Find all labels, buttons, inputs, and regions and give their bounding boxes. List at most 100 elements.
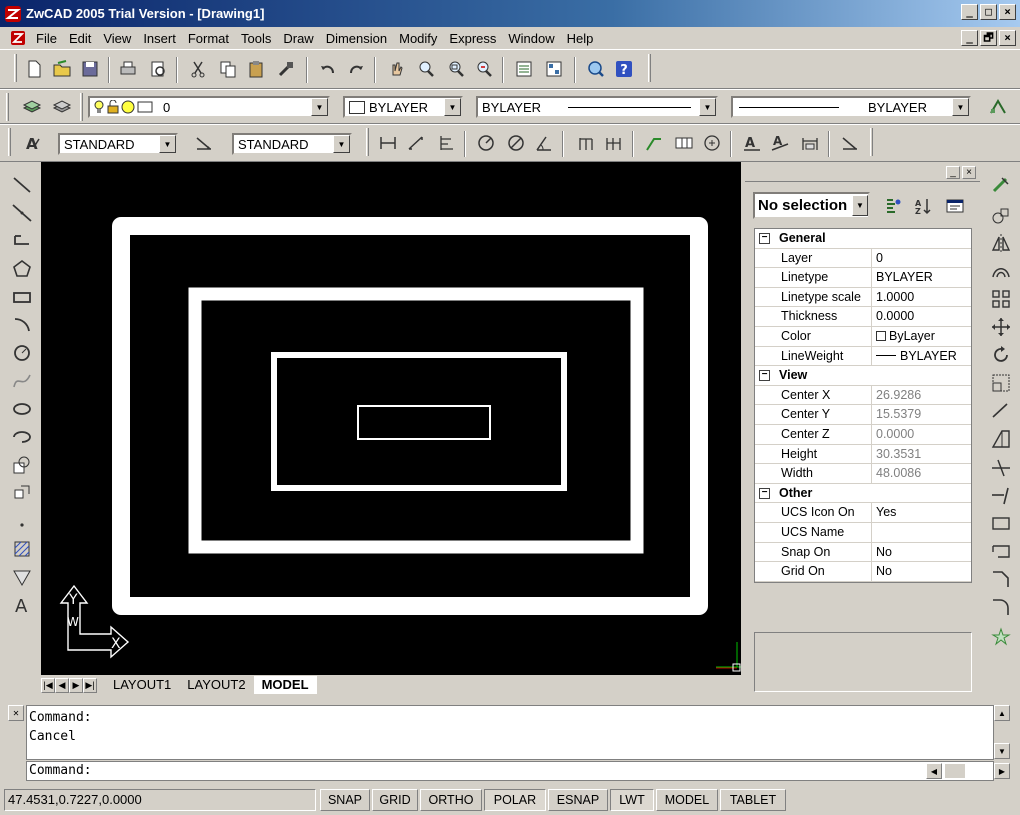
lengthen-icon[interactable] — [987, 426, 1015, 452]
chevron-down-icon[interactable]: ▼ — [852, 195, 868, 216]
ellipse-icon[interactable] — [8, 396, 36, 422]
properties-icon[interactable] — [512, 57, 536, 81]
esnap-toggle[interactable]: ESNAP — [548, 789, 608, 811]
doc-close-button[interactable]: × — [999, 30, 1016, 46]
tablet-toggle[interactable]: TABLET — [720, 789, 786, 811]
erase-icon[interactable] — [987, 172, 1015, 198]
explode-icon[interactable] — [987, 624, 1015, 650]
chevron-down-icon[interactable]: ▼ — [699, 98, 716, 116]
tab-layout2[interactable]: LAYOUT2 — [179, 676, 253, 694]
category-general[interactable]: − General — [755, 229, 971, 249]
doc-minimize-button[interactable]: _ — [961, 30, 978, 46]
property-row[interactable]: Width 48.0086 — [755, 464, 971, 484]
next-tab-icon[interactable]: ▶ — [69, 677, 83, 693]
undo-icon[interactable] — [316, 57, 340, 81]
polygon-icon[interactable] — [8, 256, 36, 282]
menu-file[interactable]: File — [30, 31, 63, 46]
text-style-dropdown[interactable]: STANDARD ▼ — [58, 133, 178, 155]
break-at-point-icon[interactable] — [987, 538, 1015, 564]
chevron-down-icon[interactable]: ▼ — [311, 98, 328, 116]
ellipse-arc-icon[interactable] — [8, 424, 36, 450]
aligned-dimension-icon[interactable] — [404, 131, 428, 155]
multiline-text-icon[interactable]: A — [8, 592, 36, 618]
zoom-realtime-icon[interactable] — [414, 57, 438, 81]
lineweight-dropdown[interactable]: BYLAYER ▼ — [731, 96, 971, 118]
insert-block-icon[interactable] — [8, 452, 36, 478]
scroll-left-icon[interactable]: ◀ — [926, 763, 942, 779]
design-center-icon[interactable] — [542, 57, 566, 81]
paste-icon[interactable] — [244, 57, 268, 81]
menu-window[interactable]: Window — [502, 31, 560, 46]
linear-dimension-icon[interactable] — [376, 131, 400, 155]
fillet-icon[interactable] — [987, 594, 1015, 620]
spline-icon[interactable] — [8, 368, 36, 394]
menu-insert[interactable]: Insert — [137, 31, 182, 46]
linetype-manager-icon[interactable] — [986, 95, 1010, 119]
property-row[interactable]: Linetype BYLAYER — [755, 268, 971, 288]
dim-style-icon[interactable] — [192, 131, 216, 155]
horizontal-scrollbar-thumb[interactable] — [944, 763, 966, 779]
scroll-right-icon[interactable]: ▶ — [994, 763, 1010, 779]
palette-minimize-button[interactable]: _ — [946, 166, 960, 179]
menu-edit[interactable]: Edit — [63, 31, 97, 46]
minimize-button[interactable]: _ — [961, 4, 978, 20]
tolerance-icon[interactable] — [672, 131, 696, 155]
ordinate-dimension-icon[interactable] — [434, 131, 458, 155]
dim-style-manager-icon[interactable] — [838, 131, 862, 155]
doc-restore-button[interactable]: 🗗 — [980, 30, 997, 46]
line-icon[interactable] — [8, 172, 36, 198]
property-row[interactable]: Center Y 15.5379 — [755, 405, 971, 425]
chevron-down-icon[interactable]: ▼ — [952, 98, 969, 116]
toggle-pickadd-icon[interactable] — [881, 194, 905, 218]
diameter-dimension-icon[interactable] — [504, 131, 528, 155]
menu-dimension[interactable]: Dimension — [320, 31, 393, 46]
maximize-button[interactable]: □ — [980, 4, 997, 20]
angular-dimension-icon[interactable] — [532, 131, 556, 155]
first-tab-icon[interactable]: |◀ — [41, 677, 55, 693]
radius-dimension-icon[interactable] — [474, 131, 498, 155]
command-input[interactable]: Command: — [26, 761, 994, 781]
center-mark-icon[interactable] — [700, 131, 724, 155]
polyline-icon[interactable] — [8, 228, 36, 254]
polar-toggle[interactable]: POLAR — [484, 789, 546, 811]
property-row[interactable]: Height 30.3531 — [755, 444, 971, 465]
grid-toggle[interactable]: GRID — [372, 789, 418, 811]
menu-help[interactable]: Help — [561, 31, 600, 46]
menu-draw[interactable]: Draw — [277, 31, 319, 46]
prev-tab-icon[interactable]: ◀ — [55, 677, 69, 693]
copy-icon[interactable] — [216, 57, 240, 81]
property-row[interactable]: UCS Name — [755, 522, 971, 543]
scroll-up-icon[interactable]: ▲ — [994, 705, 1010, 721]
redo-icon[interactable] — [344, 57, 368, 81]
new-icon[interactable] — [22, 57, 46, 81]
menu-express[interactable]: Express — [443, 31, 502, 46]
property-row[interactable]: Layer 0 — [755, 248, 971, 269]
property-row[interactable]: Snap On No — [755, 542, 971, 563]
layer-previous-icon[interactable] — [50, 95, 74, 119]
chamfer-icon[interactable] — [987, 566, 1015, 592]
color-dropdown[interactable]: BYLAYER ▼ — [343, 96, 463, 118]
palette-close-button[interactable]: × — [962, 166, 976, 179]
leader-icon[interactable] — [642, 131, 666, 155]
sort-icon[interactable]: AZ — [911, 194, 935, 218]
toolbar-grip[interactable] — [14, 54, 17, 82]
preview-icon[interactable] — [146, 57, 170, 81]
tab-model[interactable]: MODEL — [253, 676, 317, 694]
zoom-previous-icon[interactable] — [472, 57, 496, 81]
hatch-icon[interactable] — [8, 536, 36, 562]
collapse-icon[interactable]: − — [759, 233, 770, 244]
linetype-dropdown[interactable]: BYLAYER ▼ — [476, 96, 718, 118]
category-other[interactable]: − Other — [755, 483, 971, 504]
pan-realtime-icon[interactable] — [384, 57, 408, 81]
baseline-dimension-icon[interactable] — [574, 131, 598, 155]
print-icon[interactable] — [116, 57, 140, 81]
chevron-down-icon[interactable]: ▼ — [333, 135, 350, 153]
menu-format[interactable]: Format — [182, 31, 235, 46]
palette-title-bar[interactable] — [745, 162, 980, 182]
break-icon[interactable] — [987, 510, 1015, 536]
property-row[interactable]: Thickness 0.0000 — [755, 307, 971, 327]
make-block-icon[interactable] — [8, 480, 36, 506]
close-button[interactable]: × — [999, 4, 1016, 20]
last-tab-icon[interactable]: ▶| — [83, 677, 97, 693]
collapse-icon[interactable]: − — [759, 487, 770, 499]
